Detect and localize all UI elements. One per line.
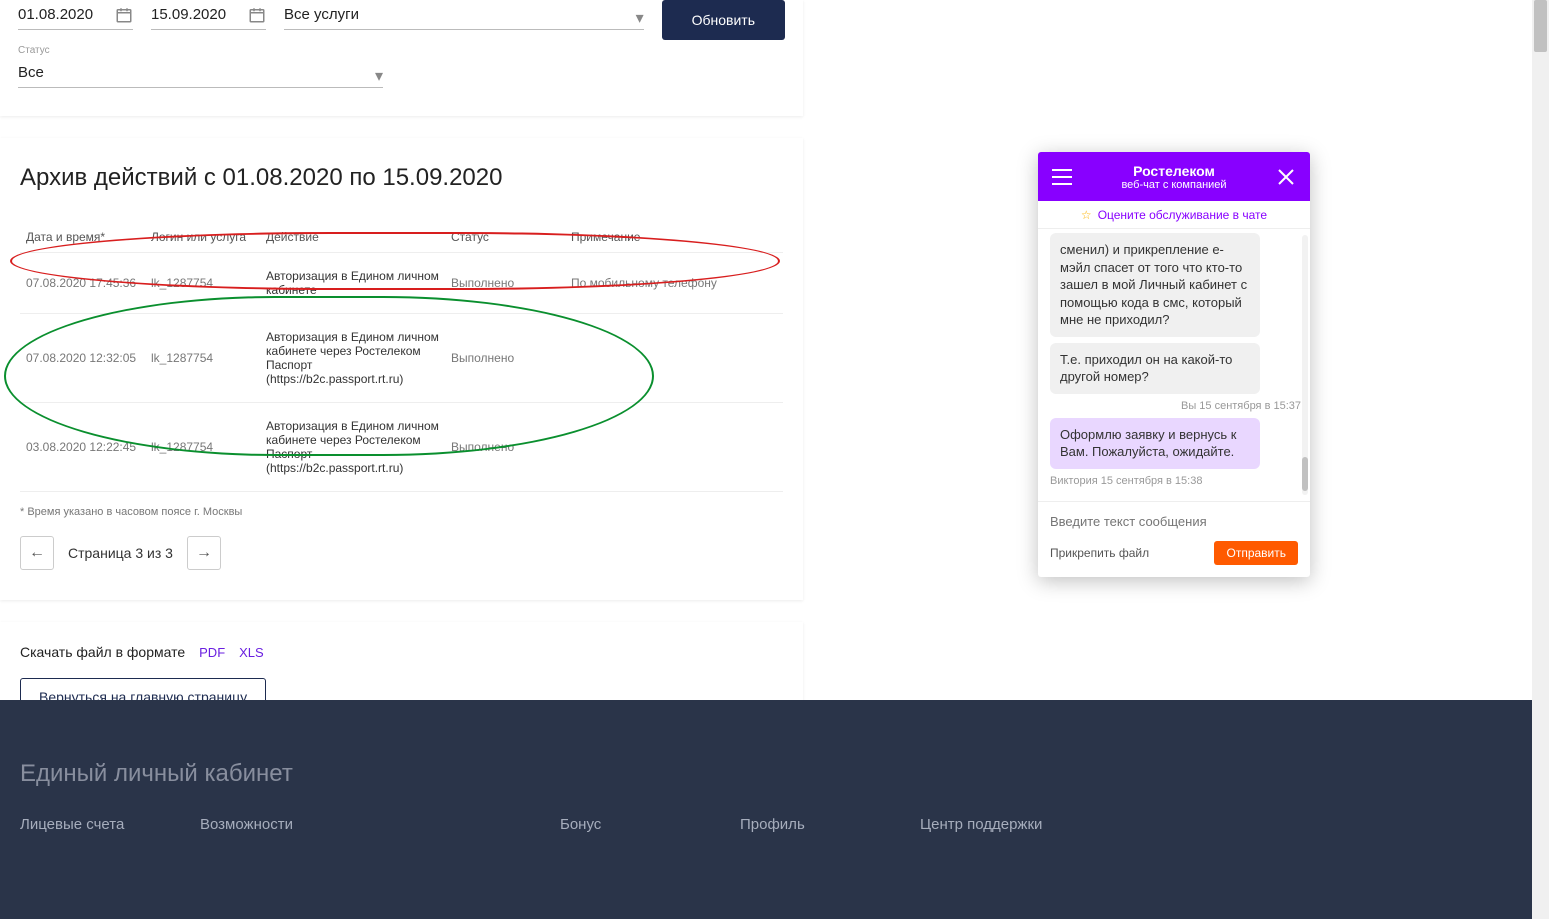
col-login: Логин или услуга xyxy=(145,222,260,253)
date-from-wrap xyxy=(18,0,133,30)
send-button[interactable]: Отправить xyxy=(1214,541,1298,565)
chat-subtitle: веб-чат с компанией xyxy=(1074,179,1274,191)
service-select[interactable]: Все услуги xyxy=(284,0,644,30)
chat-widget: Ростелеком веб-чат с компанией ☆ Оцените… xyxy=(1038,152,1310,577)
chat-message-outgoing: Оформлю заявку и вернусь к Вам. Пожалуйс… xyxy=(1050,418,1260,469)
star-icon: ☆ xyxy=(1081,208,1092,222)
chat-message-input[interactable] xyxy=(1050,510,1298,533)
rate-service-link[interactable]: ☆ Оцените обслуживание в чате xyxy=(1038,201,1310,229)
pagination: ← Страница 3 из 3 → xyxy=(20,536,783,570)
pagination-text: Страница 3 из 3 xyxy=(68,545,173,561)
col-status: Статус xyxy=(445,222,565,253)
service-select-wrap: Услуга Все услуги ▾ xyxy=(284,0,644,30)
status-select[interactable]: Все xyxy=(18,58,383,88)
timezone-note: * Время указано в часовом поясе г. Москв… xyxy=(20,506,783,518)
actions-table: Дата и время* Логин или услуга Действие … xyxy=(20,222,783,492)
footer: Единый личный кабинет Лицевые счета Возм… xyxy=(0,700,1549,919)
table-row: 03.08.2020 12:22:45 lk_1287754 Авторизац… xyxy=(20,403,783,492)
table-row: 07.08.2020 12:32:05 lk_1287754 Авторизац… xyxy=(20,314,783,403)
footer-link-features[interactable]: Возможности xyxy=(200,816,560,833)
status-select-wrap: Статус Все ▾ xyxy=(18,58,383,88)
chat-scrollbar[interactable] xyxy=(1302,235,1308,495)
update-button[interactable]: Обновить xyxy=(662,0,785,40)
filters-panel: Услуга Все услуги ▾ Обновить Статус Все … xyxy=(0,0,803,116)
download-label: Скачать файл в формате xyxy=(20,644,185,660)
download-xls-link[interactable]: XLS xyxy=(239,645,264,660)
footer-link-support[interactable]: Центр поддержки xyxy=(920,816,1120,833)
col-datetime: Дата и время* xyxy=(20,222,145,253)
attach-file-link[interactable]: Прикрепить файл xyxy=(1050,546,1149,560)
chat-timestamp: Виктория 15 сентября в 15:38 xyxy=(1050,475,1301,487)
page-scrollbar[interactable] xyxy=(1532,0,1549,919)
footer-link-accounts[interactable]: Лицевые счета xyxy=(20,816,200,833)
table-row: 07.08.2020 17:45:36 lk_1287754 Авторизац… xyxy=(20,253,783,314)
chat-body: сменил) и прикрепление e-мэйл спасет от … xyxy=(1038,229,1310,501)
status-label: Статус xyxy=(18,45,50,56)
chat-input-area xyxy=(1038,501,1310,535)
col-action: Действие xyxy=(260,222,445,253)
chat-header: Ростелеком веб-чат с компанией xyxy=(1038,152,1310,201)
download-pdf-link[interactable]: PDF xyxy=(199,645,225,660)
footer-link-bonus[interactable]: Бонус xyxy=(560,816,740,833)
footer-link-profile[interactable]: Профиль xyxy=(740,816,920,833)
next-page-button[interactable]: → xyxy=(187,536,221,570)
chat-timestamp: Вы 15 сентября в 15:37 xyxy=(1050,400,1301,412)
menu-icon[interactable] xyxy=(1050,165,1074,189)
archive-panel: Архив действий с 01.08.2020 по 15.09.202… xyxy=(0,138,803,600)
col-note: Примечание xyxy=(565,222,783,253)
footer-title: Единый личный кабинет xyxy=(20,760,1529,788)
calendar-icon[interactable] xyxy=(115,6,133,24)
prev-page-button[interactable]: ← xyxy=(20,536,54,570)
archive-heading: Архив действий с 01.08.2020 по 15.09.202… xyxy=(20,164,783,192)
calendar-icon[interactable] xyxy=(248,6,266,24)
close-icon[interactable] xyxy=(1274,165,1298,189)
date-to-wrap xyxy=(151,0,266,30)
chat-title: Ростелеком xyxy=(1074,163,1274,179)
chat-message-incoming: Т.е. приходил он на какой-то другой номе… xyxy=(1050,343,1260,394)
chat-message-incoming: сменил) и прикрепление e-мэйл спасет от … xyxy=(1050,233,1260,337)
